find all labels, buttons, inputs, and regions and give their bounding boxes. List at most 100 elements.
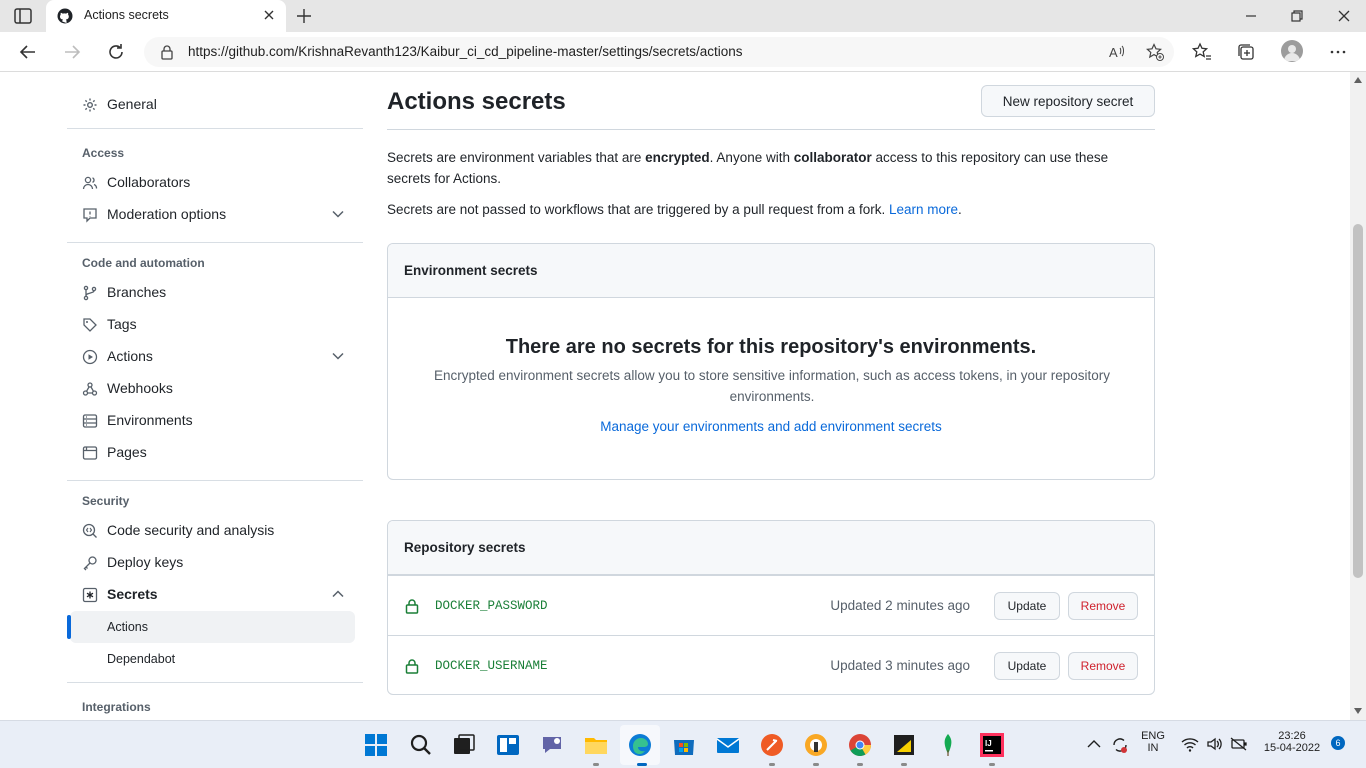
sidebar-item-actions[interactable]: Actions — [70, 342, 354, 372]
gear-icon — [83, 98, 97, 112]
more-options-icon[interactable] — [1328, 42, 1348, 62]
read-aloud-icon[interactable]: A — [1108, 43, 1126, 61]
environment-secrets-box: Environment secrets There are no secrets… — [387, 243, 1155, 480]
file-explorer-icon[interactable] — [583, 732, 609, 758]
sidebar-item-general[interactable]: General — [70, 90, 354, 120]
blankslate-description: Encrypted environment secrets allow you … — [433, 368, 1111, 404]
profile-avatar[interactable] — [1281, 40, 1303, 62]
store-icon[interactable] — [671, 732, 697, 758]
sticky-notes-icon[interactable] — [891, 732, 917, 758]
url-field[interactable]: https://github.com/KrishnaRevanth123/Kai… — [144, 37, 1174, 67]
key-icon — [83, 556, 97, 571]
chrome-icon[interactable] — [847, 732, 873, 758]
secret-row: DOCKER_PASSWORD Updated 2 minutes ago Up… — [388, 575, 1154, 635]
people-icon — [82, 176, 98, 190]
sidebar-subitem-actions[interactable]: Actions — [67, 611, 355, 643]
running-indicator — [593, 763, 599, 766]
sidebar-item-webhooks[interactable]: Webhooks — [70, 374, 354, 404]
tag-icon — [83, 318, 97, 332]
mail-icon[interactable] — [715, 732, 741, 758]
intro-bold-collaborator: collaborator — [793, 150, 872, 165]
page-scrollbar[interactable] — [1350, 72, 1366, 720]
chevron-down-icon[interactable] — [332, 210, 344, 218]
sidebar-item-label: Tags — [107, 316, 137, 332]
sidebar-item-secrets[interactable]: Secrets — [70, 580, 354, 610]
chevron-up-icon[interactable] — [332, 590, 344, 598]
postman-icon[interactable] — [759, 732, 785, 758]
chevron-down-icon[interactable] — [332, 352, 344, 360]
header-divider — [387, 129, 1155, 130]
sidebar-item-label: General — [107, 96, 157, 112]
back-icon[interactable] — [18, 42, 38, 62]
sidebar-item-pages[interactable]: Pages — [70, 438, 354, 468]
manage-environments-link: Manage your environments and add environ… — [388, 419, 1154, 434]
windows-start-icon[interactable] — [363, 732, 389, 758]
scroll-down-icon[interactable] — [1354, 708, 1362, 714]
intro-paragraph: Secrets are environment variables that a… — [387, 147, 1147, 189]
learn-more-link[interactable]: Learn more — [889, 202, 958, 217]
edge-browser-icon[interactable] — [627, 732, 653, 758]
sidebar-item-deploy-keys[interactable]: Deploy keys — [70, 548, 354, 578]
remove-secret-button[interactable]: Remove — [1068, 652, 1138, 680]
lock-icon[interactable] — [160, 44, 174, 60]
battery-plug-icon[interactable] — [1230, 736, 1248, 752]
scroll-up-icon[interactable] — [1354, 77, 1362, 83]
add-favorite-icon[interactable] — [1146, 43, 1164, 61]
chevron-up-icon[interactable] — [1086, 736, 1102, 752]
new-tab-icon[interactable] — [296, 8, 312, 24]
sidebar-item-moderation[interactable]: Moderation options — [70, 200, 354, 230]
volume-icon[interactable] — [1206, 736, 1224, 752]
language-indicator[interactable]: ENG IN — [1136, 730, 1170, 754]
notification-badge[interactable]: 6 — [1331, 736, 1345, 750]
close-tab-icon[interactable] — [262, 8, 276, 22]
tab-actions-icon[interactable] — [14, 8, 32, 24]
sidebar-item-environments[interactable]: Environments — [70, 406, 354, 436]
url-text: https://github.com/KrishnaRevanth123/Kai… — [188, 44, 743, 59]
collections-icon[interactable] — [1236, 42, 1256, 62]
update-secret-button[interactable]: Update — [994, 592, 1060, 620]
sidebar-item-label: Code security and analysis — [107, 522, 275, 538]
sidebar-divider — [67, 480, 363, 481]
sidebar-subitem-dependabot[interactable]: Dependabot — [70, 643, 355, 675]
manage-environments-link-text[interactable]: Manage your environments and add environ… — [600, 419, 941, 434]
sidebar-item-collaborators[interactable]: Collaborators — [70, 168, 354, 198]
scrollbar-thumb[interactable] — [1353, 224, 1363, 578]
app-icon[interactable] — [803, 732, 829, 758]
sidebar-section-integrations: Integrations — [82, 700, 151, 714]
browser-tab-bar: Actions secrets — [0, 0, 1366, 32]
active-indicator — [637, 763, 647, 766]
branch-icon — [83, 285, 97, 301]
browser-tab-active[interactable]: Actions secrets — [46, 0, 286, 32]
remove-secret-button[interactable]: Remove — [1068, 592, 1138, 620]
wifi-icon[interactable] — [1181, 736, 1199, 752]
webhook-icon — [82, 382, 98, 396]
new-repository-secret-button[interactable]: New repository secret — [981, 85, 1155, 117]
chat-icon[interactable] — [539, 732, 565, 758]
forward-icon[interactable] — [62, 42, 82, 62]
sidebar-item-branches[interactable]: Branches — [70, 278, 354, 308]
minimize-icon[interactable] — [1243, 8, 1259, 24]
restore-icon[interactable] — [1289, 8, 1305, 24]
github-icon — [57, 8, 73, 24]
code-scan-icon — [82, 523, 97, 538]
sync-icon[interactable] — [1110, 735, 1130, 755]
intellij-icon[interactable]: IJ — [979, 732, 1005, 758]
sidebar-subitem-label: Dependabot — [107, 652, 176, 666]
lock-icon — [405, 599, 419, 614]
task-view-icon[interactable] — [451, 732, 477, 758]
mongodb-icon[interactable] — [935, 732, 961, 758]
secret-name: DOCKER_PASSWORD — [435, 599, 548, 613]
environment-secrets-title: Environment secrets — [404, 263, 538, 278]
sidebar-item-tags[interactable]: Tags — [70, 310, 354, 340]
update-secret-button[interactable]: Update — [994, 652, 1060, 680]
widgets-icon[interactable] — [495, 732, 521, 758]
svg-text:IJ: IJ — [985, 739, 992, 748]
favorites-icon[interactable] — [1192, 42, 1212, 62]
close-window-icon[interactable] — [1336, 8, 1352, 24]
clock[interactable]: 23:26 15-04-2022 — [1256, 730, 1328, 754]
search-icon[interactable] — [407, 732, 433, 758]
sidebar-item-code-security[interactable]: Code security and analysis — [70, 516, 354, 546]
clock-date: 15-04-2022 — [1263, 742, 1321, 754]
refresh-icon[interactable] — [106, 42, 126, 62]
blankslate-title: There are no secrets for this repository… — [505, 336, 1037, 358]
